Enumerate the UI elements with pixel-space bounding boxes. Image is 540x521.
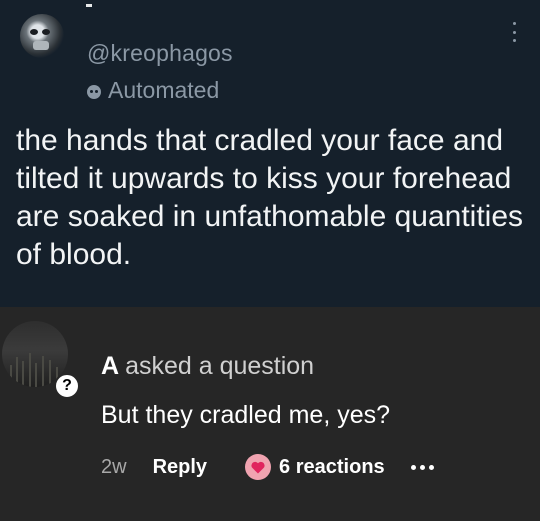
more-dot — [512, 30, 516, 34]
avatar-grass — [49, 360, 51, 387]
question-badge: ? — [54, 373, 80, 399]
avatar-grass — [35, 363, 37, 387]
question-card: ? Aasked a question But they cradled me,… — [0, 307, 540, 521]
question-actions: 2w Reply 6 reactions — [101, 452, 434, 482]
avatar-grass — [29, 353, 31, 387]
question-text: But they cradled me, yes? — [101, 401, 391, 429]
tweet-text: the hands that cradled your face and til… — [16, 124, 524, 271]
reactions-count[interactable]: 6 reactions — [279, 456, 385, 479]
automated-text: Automated — [108, 77, 220, 103]
user-handle[interactable]: @kreophagos — [87, 40, 233, 67]
automated-label: Automated — [87, 77, 219, 104]
more-icon[interactable] — [512, 22, 516, 42]
more-dot — [512, 39, 516, 42]
reply-button[interactable]: Reply — [153, 456, 207, 479]
avatar-jaw — [33, 41, 49, 50]
asker-action: asked a question — [125, 352, 315, 380]
top-divider — [86, 4, 92, 7]
dot — [410, 464, 416, 470]
more-dots-icon[interactable] — [410, 464, 434, 470]
dot — [428, 464, 434, 470]
avatar-grass — [16, 357, 18, 387]
timestamp: 2w — [101, 455, 127, 478]
heart-shape — [251, 461, 265, 473]
bot-icon — [87, 84, 101, 99]
asker-name[interactable]: A — [101, 352, 119, 380]
asker-line: Aasked a question — [101, 352, 314, 381]
avatar-grass — [22, 361, 24, 387]
avatar-eye-right — [42, 29, 50, 35]
more-dot — [512, 22, 516, 25]
heart-icon[interactable] — [245, 454, 272, 480]
avatar-grass — [10, 365, 12, 387]
dot — [419, 464, 425, 470]
avatar[interactable] — [20, 14, 64, 58]
avatar-eye-left — [30, 29, 38, 35]
avatar-grass — [42, 356, 44, 387]
tweet-card: @kreophagos Automated the hands that cra… — [0, 0, 540, 307]
